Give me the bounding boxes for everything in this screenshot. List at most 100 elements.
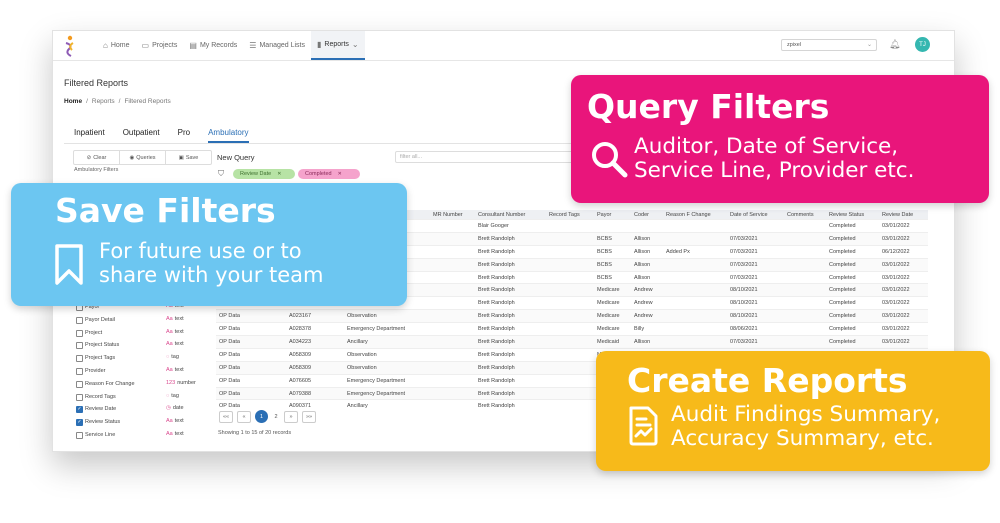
nav-reports[interactable]: ▮ Reports ⌄ (311, 31, 365, 60)
column-header[interactable]: Comments (784, 210, 826, 220)
nav-my-records[interactable]: ▤ My Records (183, 31, 243, 60)
last-page-button[interactable]: »» (302, 410, 316, 423)
table-cell[interactable]: OP Data (216, 322, 286, 336)
column-header[interactable]: Payor (594, 210, 631, 220)
report-tabs: Inpatient Outpatient Pro Ambulatory (74, 128, 249, 143)
table-row[interactable]: OP Data A034223 Ancillary Brett Randolph Med… (216, 335, 928, 349)
briefcase-icon: ▭ (141, 41, 150, 50)
user-select[interactable]: zpixel ⌄ (781, 39, 877, 51)
filter-field-row[interactable]: Payor Detail Aa text (76, 315, 211, 328)
next-page-button[interactable]: » (284, 410, 298, 423)
field-checkbox[interactable] (76, 393, 83, 401)
table-cell: Medicare (594, 309, 631, 323)
table-cell: 03/01/2022 (879, 322, 928, 336)
field-checkbox[interactable] (76, 316, 83, 324)
filter-field-row[interactable]: Project Status Aa text (76, 340, 211, 353)
table-cell (546, 219, 594, 233)
table-cell[interactable]: A058309 (286, 347, 344, 362)
nav-home[interactable]: ⌂ Home (97, 31, 136, 60)
field-type: 123 number (166, 380, 196, 386)
bell-icon[interactable]: 🔔︎ (889, 39, 900, 50)
field-name: Project Tags (85, 355, 116, 362)
column-header[interactable]: Date of Service (727, 210, 784, 220)
table-cell[interactable]: A058309 (286, 360, 344, 375)
tab-pro[interactable]: Pro (178, 128, 190, 143)
breadcrumb-reports[interactable]: Reports (92, 98, 115, 105)
tab-ambulatory[interactable]: Ambulatory (208, 128, 249, 143)
field-checkbox[interactable] (76, 329, 83, 337)
close-icon[interactable]: ✕ (338, 171, 342, 177)
filter-field-row[interactable]: Record Tags ◌ tag (76, 392, 211, 405)
nav-projects[interactable]: ▭ Projects (136, 31, 184, 60)
close-icon[interactable]: ✕ (277, 171, 281, 177)
field-checkbox[interactable] (76, 380, 83, 388)
table-cell[interactable]: OP Data (216, 360, 286, 375)
field-name: Provider (85, 367, 106, 374)
filter-field-row[interactable]: Project Tags ◌ tag (76, 353, 211, 366)
nav-managed-lists[interactable]: ☰ Managed Lists (243, 31, 311, 60)
table-cell: Brett Randolph (475, 322, 546, 336)
table-cell: Brett Randolph (475, 399, 546, 413)
page-1-button[interactable]: 1 (255, 410, 268, 423)
table-cell[interactable]: A079388 (286, 386, 344, 400)
table-row[interactable]: OP Data A023167 Observation Brett Randolph M… (216, 309, 928, 323)
table-cell[interactable]: A034223 (286, 335, 344, 349)
table-cell: Medicare (594, 322, 631, 336)
column-header[interactable]: Record Tags (546, 210, 594, 220)
save-icon: ▣ (178, 154, 184, 161)
column-header[interactable]: Review Status (826, 210, 879, 220)
field-checkbox[interactable] (76, 367, 83, 375)
filter-search-input[interactable]: filter all... (395, 151, 575, 163)
page-2-button[interactable]: 2 (272, 412, 280, 422)
table-cell: Brett Randolph (475, 283, 546, 297)
table-cell: BCBS (594, 244, 631, 259)
table-cell[interactable]: OP Data (216, 309, 286, 323)
prev-page-button[interactable]: « (237, 410, 251, 423)
first-page-button[interactable]: «« (219, 410, 233, 423)
column-header[interactable]: Reason F Change (663, 210, 727, 220)
queries-button[interactable]: ◉ Queries (120, 151, 166, 164)
filter-field-row[interactable]: ✓ Review Date ◷ date (76, 404, 211, 417)
save-button[interactable]: ▣ Save (166, 151, 211, 164)
avatar[interactable]: TJ (915, 37, 930, 52)
field-checkbox[interactable] (76, 342, 83, 350)
filter-field-row[interactable]: Service Line Aa text (76, 430, 211, 443)
breadcrumb-home[interactable]: Home (64, 98, 82, 105)
field-type-label: tag (171, 392, 179, 399)
filter-field-row[interactable]: Provider Aa text (76, 366, 211, 379)
table-cell: 03/01/2022 (879, 296, 928, 310)
field-name: Payor Detail (85, 316, 115, 323)
column-header[interactable]: MR Number (430, 210, 475, 220)
field-checkbox[interactable]: ✓ (76, 419, 83, 427)
table-row[interactable]: OP Data A028378 Emergency Department Brett … (216, 322, 928, 336)
tab-outpatient[interactable]: Outpatient (123, 128, 160, 143)
filter-chip-completed[interactable]: Completed ✕ (298, 169, 360, 179)
tab-inpatient[interactable]: Inpatient (74, 128, 105, 143)
filter-field-row[interactable]: Reason For Change 123 number (76, 379, 211, 392)
table-cell[interactable]: A023167 (286, 309, 344, 323)
field-name: Service Line (85, 431, 116, 438)
field-checkbox[interactable] (76, 355, 83, 363)
main-nav: ⌂ Home ▭ Projects ▤ My Records ☰ Managed Lis… (97, 31, 365, 60)
table-cell[interactable]: OP Data (216, 335, 286, 349)
filter-field-row[interactable]: Project Aa text (76, 328, 211, 341)
table-cell: 03/01/2022 (879, 309, 928, 323)
column-header[interactable]: Consultant Number (475, 210, 546, 220)
table-cell[interactable]: OP Data (216, 347, 286, 362)
column-header[interactable]: Coder (631, 210, 663, 220)
table-cell[interactable]: OP Data (216, 386, 286, 400)
column-header[interactable]: Review Date (879, 210, 928, 220)
field-type: Aa text (166, 367, 184, 373)
filter-icon[interactable]: ⛉ (218, 169, 224, 179)
table-cell[interactable]: A028378 (286, 322, 344, 336)
table-cell: Brett Randolph (475, 257, 546, 272)
filter-chip-review-date[interactable]: Review Date ✕ (233, 169, 295, 179)
table-cell[interactable]: OP Data (216, 373, 286, 388)
clear-button[interactable]: ⊘ Clear (74, 151, 120, 164)
filter-field-row[interactable]: ✓ Review Status Aa text (76, 417, 211, 430)
field-checkbox[interactable] (76, 431, 83, 439)
table-cell[interactable]: A076605 (286, 373, 344, 388)
app-logo[interactable] (63, 35, 77, 57)
field-checkbox[interactable]: ✓ (76, 406, 83, 414)
table-cell (663, 270, 727, 284)
